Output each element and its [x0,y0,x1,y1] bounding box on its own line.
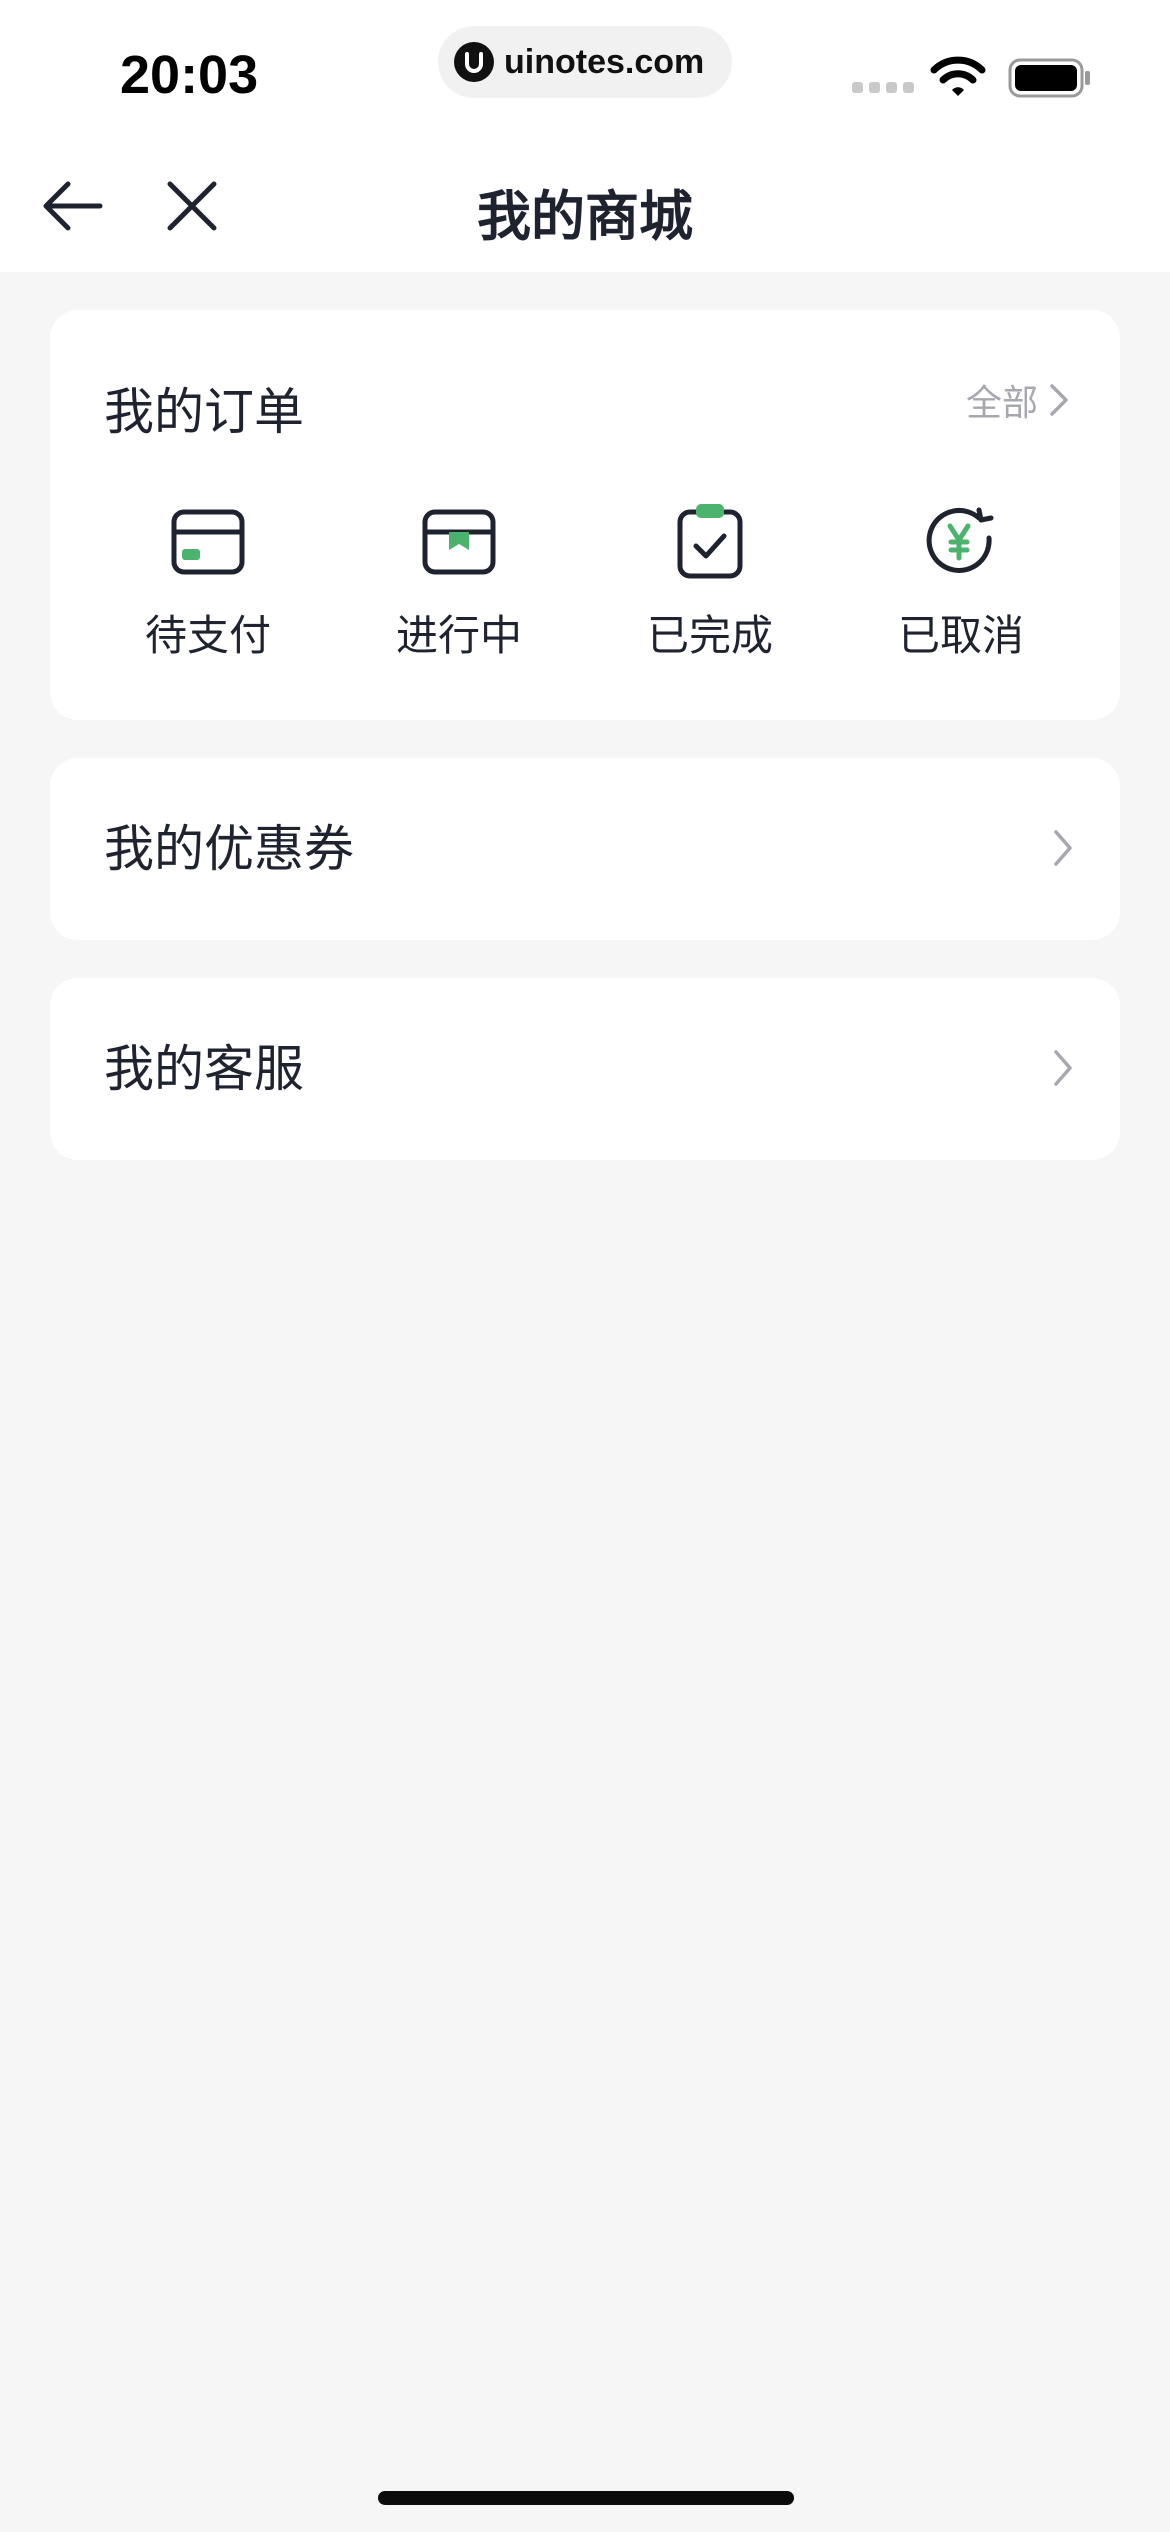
yen-refund-icon [926,507,994,573]
order-status-pending-payment[interactable]: 待支付 [83,502,333,672]
battery-icon [1008,58,1092,102]
cellular-signal-icon [852,82,914,93]
order-status-label: 进行中 [395,611,522,660]
card-icon [171,509,245,575]
package-icon [422,509,496,575]
customer-service-label: 我的客服 [104,1040,304,1098]
url-pill[interactable]: uinotes.com [438,26,732,98]
order-status-in-progress[interactable]: 进行中 [334,502,584,672]
home-indicator[interactable] [378,2491,794,2505]
chevron-right-icon [1054,1050,1072,1086]
orders-title: 我的订单 [104,383,304,441]
coupons-row[interactable]: 我的优惠券 [50,758,1120,940]
wifi-icon [930,56,986,102]
chevron-right-icon [1050,384,1068,416]
order-status-list: 待支付 进行中 已完成 已取消 [50,502,1120,672]
url-text: uinotes.com [504,42,705,81]
page-title: 我的商城 [477,185,693,248]
orders-card: 我的订单 全部 待支付 进行中 已完成 已取消 [50,310,1120,720]
status-time: 20:03 [120,45,259,105]
chevron-right-icon [1054,830,1072,866]
customer-service-row[interactable]: 我的客服 [50,978,1120,1160]
order-status-cancelled[interactable]: 已取消 [836,502,1086,672]
coupons-label: 我的优惠券 [104,820,354,878]
clipboard-check-icon [677,504,743,579]
app-header: 20:03 uinotes.com 我的商城 [0,0,1170,272]
order-status-completed[interactable]: 已完成 [585,502,835,672]
order-status-label: 待支付 [144,611,271,660]
all-orders-link[interactable]: 全部 [966,374,1070,426]
u-logo-icon [454,42,494,82]
order-status-label: 已取消 [897,611,1024,660]
order-status-label: 已完成 [646,611,773,660]
all-orders-label: 全部 [965,383,1038,424]
